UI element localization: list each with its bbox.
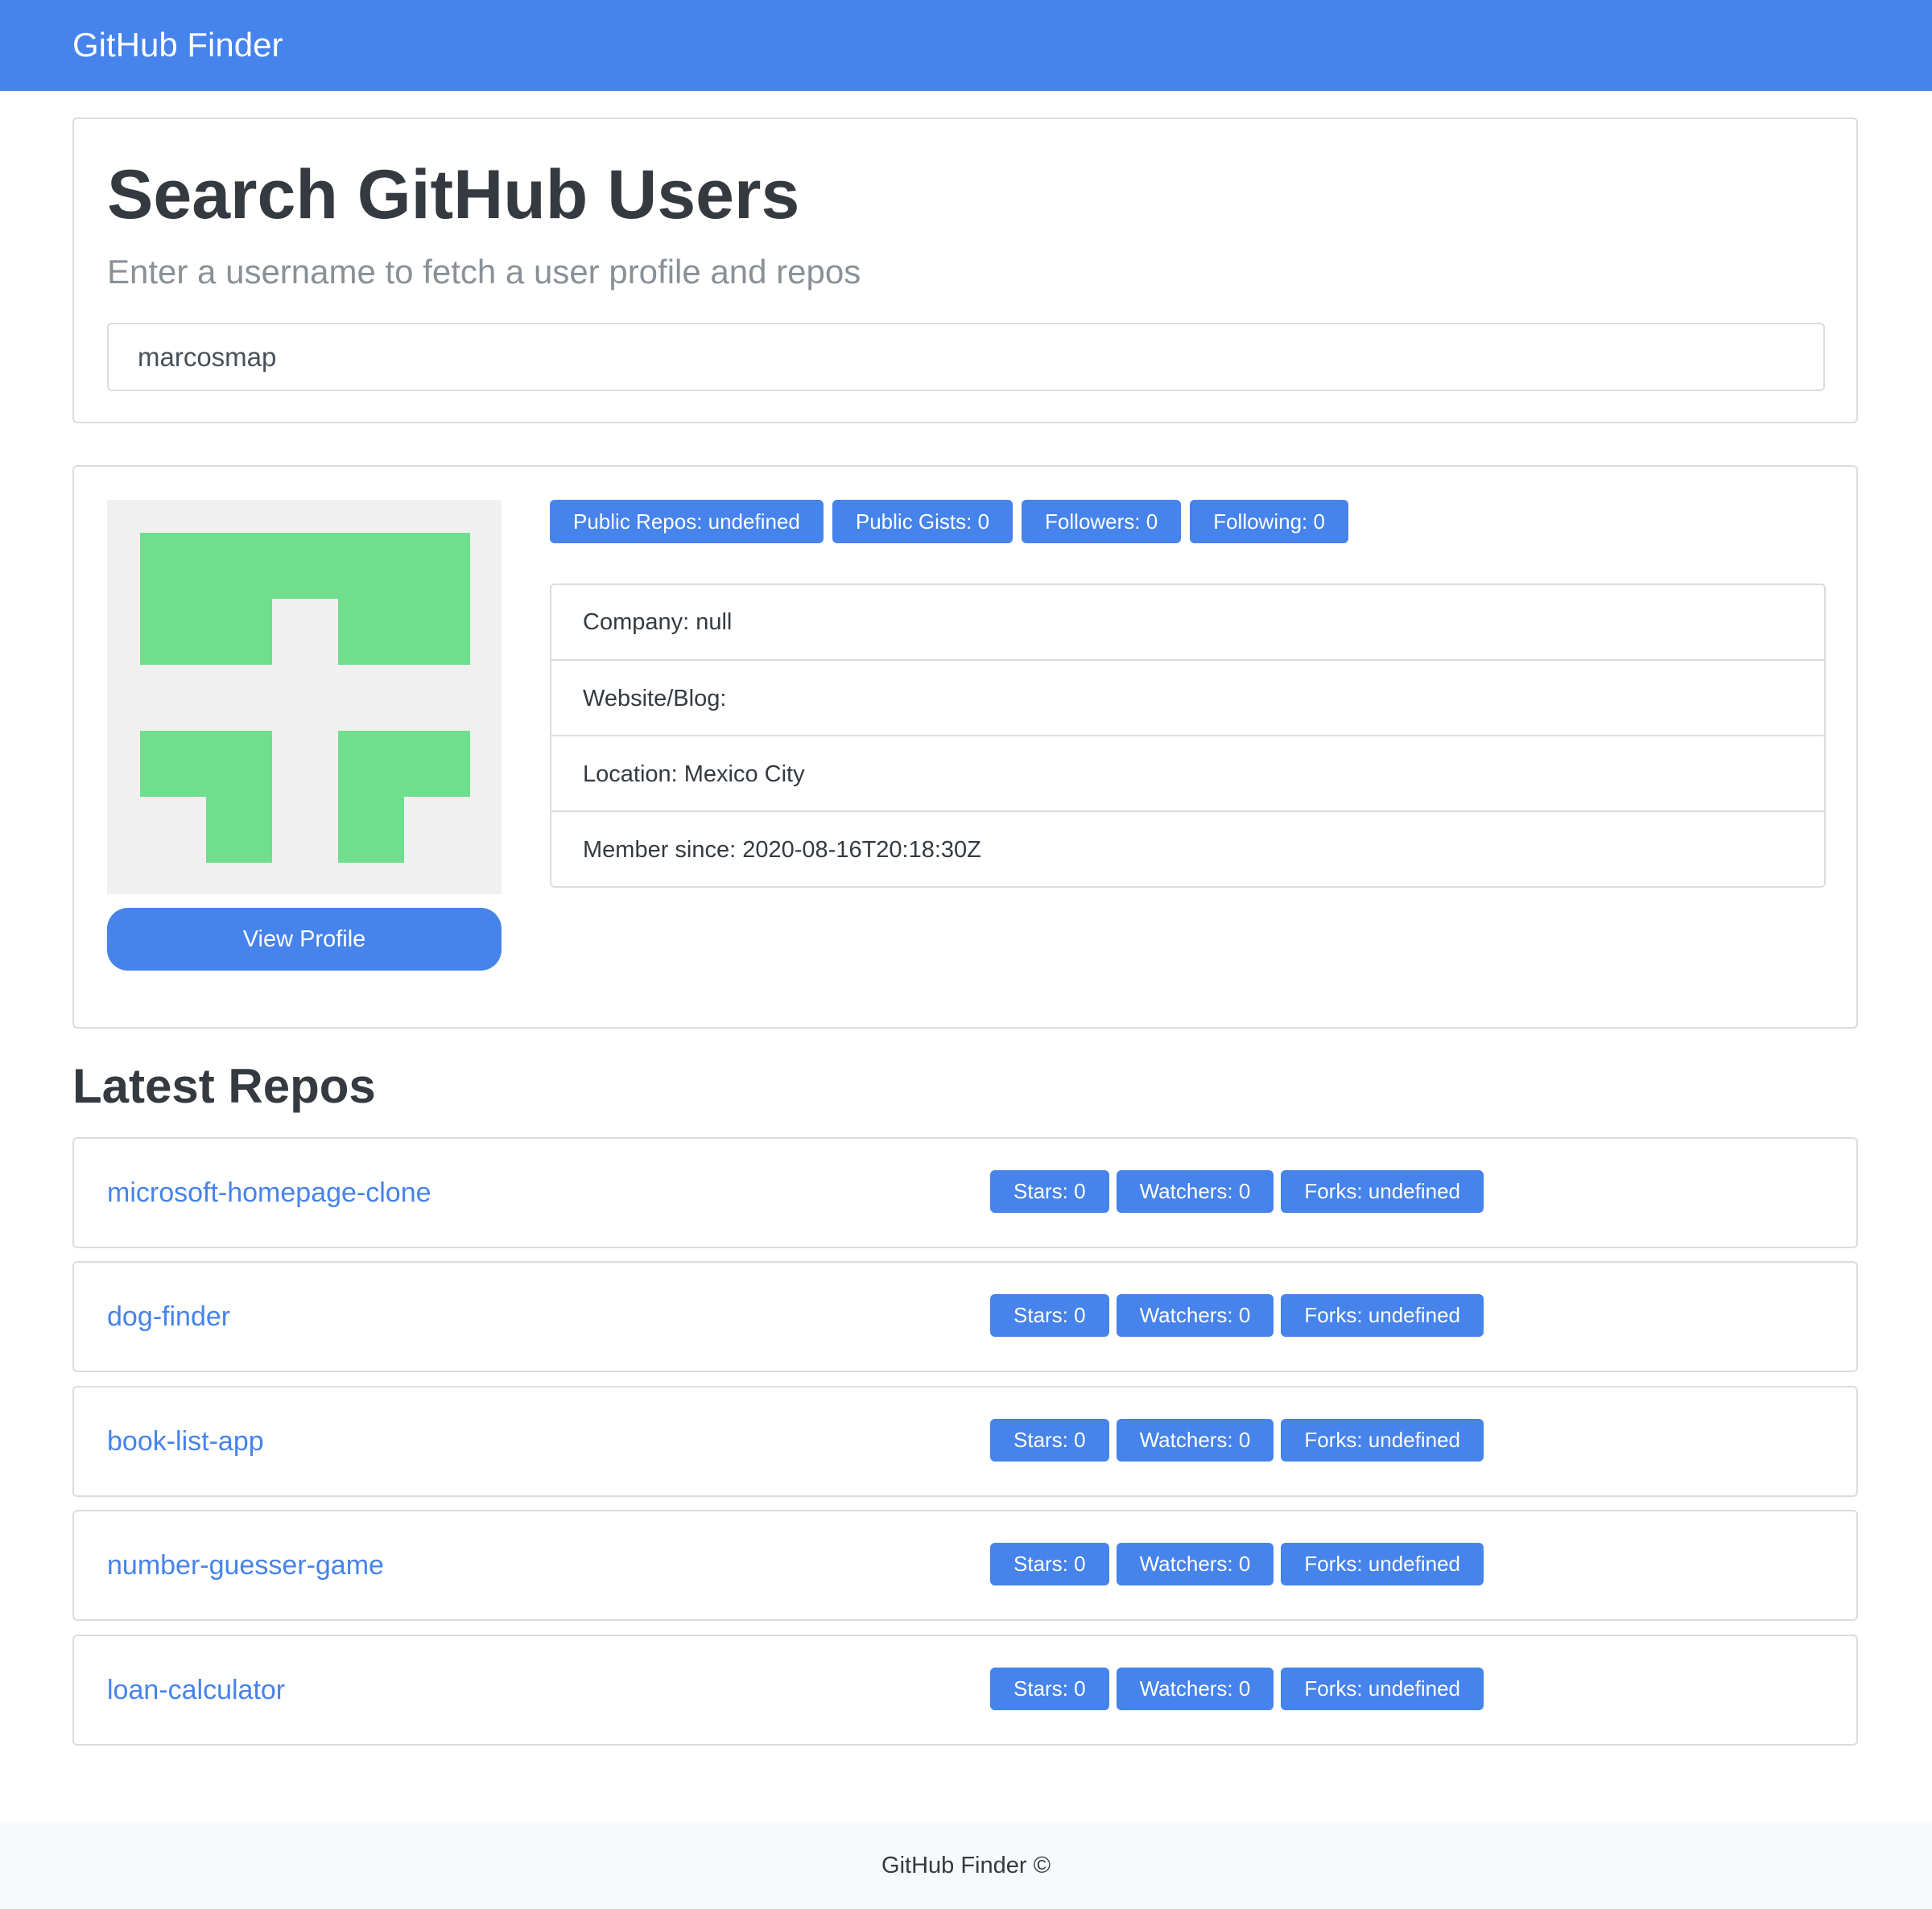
- watchers-badge: Watchers: 0: [1116, 1668, 1274, 1710]
- repo-link[interactable]: book-list-app: [107, 1423, 264, 1460]
- repo-link[interactable]: dog-finder: [107, 1298, 230, 1335]
- stars-badge: Stars: 0: [990, 1668, 1109, 1710]
- forks-badge: Forks: undefined: [1281, 1170, 1484, 1213]
- public-repos-badge: Public Repos: undefined: [550, 500, 824, 543]
- following-badge: Following: 0: [1190, 500, 1348, 543]
- page-title: Search GitHub Users: [107, 156, 800, 233]
- navbar: GitHub Finder: [0, 0, 1932, 91]
- repo-badges: Stars: 0 Watchers: 0 Forks: undefined: [990, 1294, 1484, 1337]
- stars-badge: Stars: 0: [990, 1419, 1109, 1462]
- latest-repos-heading: Latest Repos: [72, 1059, 376, 1113]
- repo-badges: Stars: 0 Watchers: 0 Forks: undefined: [990, 1668, 1484, 1710]
- search-input[interactable]: [107, 323, 1825, 391]
- stars-badge: Stars: 0: [990, 1170, 1109, 1213]
- repo-link[interactable]: number-guesser-game: [107, 1547, 384, 1584]
- repo-card: dog-finder Stars: 0 Watchers: 0 Forks: u…: [72, 1261, 1858, 1372]
- profile-info-list: Company: null Website/Blog: Location: Me…: [550, 583, 1826, 888]
- repo-badges: Stars: 0 Watchers: 0 Forks: undefined: [990, 1543, 1484, 1585]
- repo-card: book-list-app Stars: 0 Watchers: 0 Forks…: [72, 1386, 1858, 1497]
- identicon-avatar-image: [107, 500, 502, 894]
- profile-badges: Public Repos: undefined Public Gists: 0 …: [550, 500, 1348, 543]
- watchers-badge: Watchers: 0: [1116, 1419, 1274, 1462]
- stars-badge: Stars: 0: [990, 1294, 1109, 1337]
- website-info: Website/Blog:: [551, 659, 1824, 735]
- repo-link[interactable]: loan-calculator: [107, 1672, 285, 1709]
- location-info: Location: Mexico City: [551, 735, 1824, 810]
- search-lead-text: Enter a username to fetch a user profile…: [107, 253, 861, 291]
- footer-text: GitHub Finder ©: [881, 1853, 1051, 1878]
- repo-card: loan-calculator Stars: 0 Watchers: 0 For…: [72, 1635, 1858, 1746]
- watchers-badge: Watchers: 0: [1116, 1170, 1274, 1213]
- watchers-badge: Watchers: 0: [1116, 1543, 1274, 1585]
- repo-badges: Stars: 0 Watchers: 0 Forks: undefined: [990, 1170, 1484, 1213]
- forks-badge: Forks: undefined: [1281, 1419, 1484, 1462]
- watchers-badge: Watchers: 0: [1116, 1294, 1274, 1337]
- forks-badge: Forks: undefined: [1281, 1294, 1484, 1337]
- footer: GitHub Finder ©: [0, 1822, 1932, 1909]
- public-gists-badge: Public Gists: 0: [832, 500, 1013, 543]
- search-card: Search GitHub Users Enter a username to …: [72, 118, 1858, 423]
- repo-link[interactable]: microsoft-homepage-clone: [107, 1174, 431, 1211]
- member-since-info: Member since: 2020-08-16T20:18:30Z: [551, 810, 1824, 886]
- brand-link[interactable]: GitHub Finder: [72, 24, 283, 66]
- forks-badge: Forks: undefined: [1281, 1668, 1484, 1710]
- avatar: [107, 500, 502, 894]
- repo-badges: Stars: 0 Watchers: 0 Forks: undefined: [990, 1419, 1484, 1462]
- stars-badge: Stars: 0: [990, 1543, 1109, 1585]
- repo-card: number-guesser-game Stars: 0 Watchers: 0…: [72, 1510, 1858, 1621]
- followers-badge: Followers: 0: [1022, 500, 1182, 543]
- profile-card: View Profile Public Repos: undefined Pub…: [72, 465, 1858, 1029]
- company-info: Company: null: [583, 609, 733, 635]
- forks-badge: Forks: undefined: [1281, 1543, 1484, 1585]
- repo-card: microsoft-homepage-clone Stars: 0 Watche…: [72, 1137, 1858, 1248]
- view-profile-button[interactable]: View Profile: [107, 908, 502, 971]
